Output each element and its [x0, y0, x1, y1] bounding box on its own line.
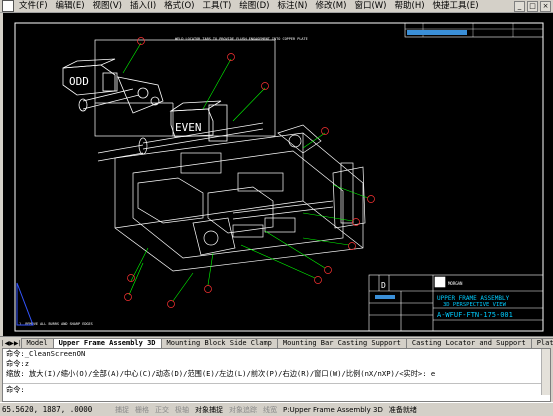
- ucs-icon: [16, 282, 34, 326]
- grid-toggle[interactable]: 栅格: [132, 405, 152, 415]
- command-scrollbar[interactable]: [541, 349, 550, 395]
- drawing-canvas[interactable]: WELD LOCATOR TABS TO PROVIDE FLUSH ENGAG…: [3, 13, 553, 336]
- command-prompt: 命令:: [6, 385, 25, 394]
- ortho-toggle[interactable]: 正交: [152, 405, 172, 415]
- drawing-number: A-WFUF-FTN-175-001: [437, 311, 513, 319]
- tab-mounting-block-side-clamp[interactable]: Mounting Block Side Clamp: [160, 338, 278, 348]
- osnap-toggle[interactable]: 对象捕捉: [192, 405, 226, 415]
- even-label: EVEN: [175, 121, 202, 134]
- document-icon[interactable]: [2, 0, 14, 12]
- menu-window[interactable]: 窗口(W): [350, 0, 390, 12]
- tab-plate-locator[interactable]: Plate Locator-Ev: [530, 338, 553, 348]
- menu-insert[interactable]: 插入(I): [126, 0, 160, 12]
- menu-edit[interactable]: 编辑(E): [52, 0, 89, 12]
- frame-assembly: [97, 122, 366, 272]
- company-name: MORGAN: [448, 281, 463, 286]
- close-button[interactable]: ×: [540, 1, 551, 12]
- lineweight-toggle[interactable]: 线宽: [260, 405, 280, 415]
- tab-upper-frame-assembly-3d[interactable]: Upper Frame Assembly 3D: [52, 338, 162, 348]
- menubar: 文件(F) 编辑(E) 视图(V) 插入(I) 格式(O) 工具(T) 绘图(D…: [0, 0, 553, 13]
- menu-file[interactable]: 文件(F): [15, 0, 52, 12]
- menu-format[interactable]: 格式(O): [160, 0, 198, 12]
- status-bar: 65.5620, 1887, .0000 捕捉 栅格 正交 极轴 对象捕捉 对象…: [0, 402, 553, 416]
- sheet-size: D: [381, 281, 386, 290]
- command-history-line: 命令:_CleanScreenON: [6, 349, 86, 358]
- tab-casting-locator-support[interactable]: Casting Locator and Support: [405, 338, 532, 348]
- command-input[interactable]: [27, 384, 512, 396]
- snap-toggle[interactable]: 捕捉: [112, 405, 132, 415]
- odd-label: ODD: [69, 75, 89, 88]
- menu-quick-tools[interactable]: 快捷工具(E): [429, 0, 483, 12]
- menu-draw[interactable]: 绘图(D): [235, 0, 273, 12]
- menu-view[interactable]: 视图(V): [89, 0, 126, 12]
- drawing-title-1: UPPER FRAME ASSEMBLY: [437, 295, 510, 302]
- sheet-border: [14, 22, 544, 332]
- restore-button[interactable]: □: [527, 1, 538, 12]
- note-weld-tabs: WELD LOCATOR TABS TO PROVIDE FLUSH ENGAG…: [175, 37, 308, 41]
- menu-dimension[interactable]: 标注(N): [273, 0, 311, 12]
- tab-mounting-bar-casting-support[interactable]: Mounting Bar Casting Support: [276, 338, 407, 348]
- polar-toggle[interactable]: 极轴: [172, 405, 192, 415]
- revision-block: [404, 22, 544, 38]
- minimize-button[interactable]: _: [514, 1, 525, 12]
- otrack-toggle[interactable]: 对象追踪: [226, 405, 260, 415]
- command-window: 命令:_CleanScreenON 命令:z 缩放: 放大(I)/缩小(O)/全…: [2, 348, 551, 402]
- layout-tabbar: |◀ ◀ ▶ ▶| Model Upper Frame Assembly 3D …: [0, 336, 553, 348]
- drawing-title-2: 3D PERSPECTIVE VIEW: [443, 302, 507, 308]
- window-controls: _ □ ×: [514, 1, 551, 12]
- menu-modify[interactable]: 修改(M): [311, 0, 350, 12]
- menu-help[interactable]: 帮助(H): [391, 0, 429, 12]
- ready-status: 准备就绪: [388, 405, 417, 414]
- command-history-line: 命令:z: [6, 359, 30, 368]
- coordinate-readout: 65.5620, 1887, .0000: [2, 405, 93, 414]
- command-input-row: 命令:: [3, 383, 550, 396]
- tab-last-arrow-icon[interactable]: ▶|: [14, 339, 21, 348]
- drawing-view: WELD LOCATOR TABS TO PROVIDE FLUSH ENGAG…: [14, 22, 544, 332]
- tab-model[interactable]: Model: [20, 338, 54, 348]
- menu-tools[interactable]: 工具(T): [198, 0, 235, 12]
- command-history-line: 缩放: 放大(I)/缩小(O)/全部(A)/中心(C)/动态(D)/范围(E)/…: [6, 369, 436, 378]
- paper-space-status[interactable]: P:Upper Frame Assembly 3D: [280, 406, 386, 414]
